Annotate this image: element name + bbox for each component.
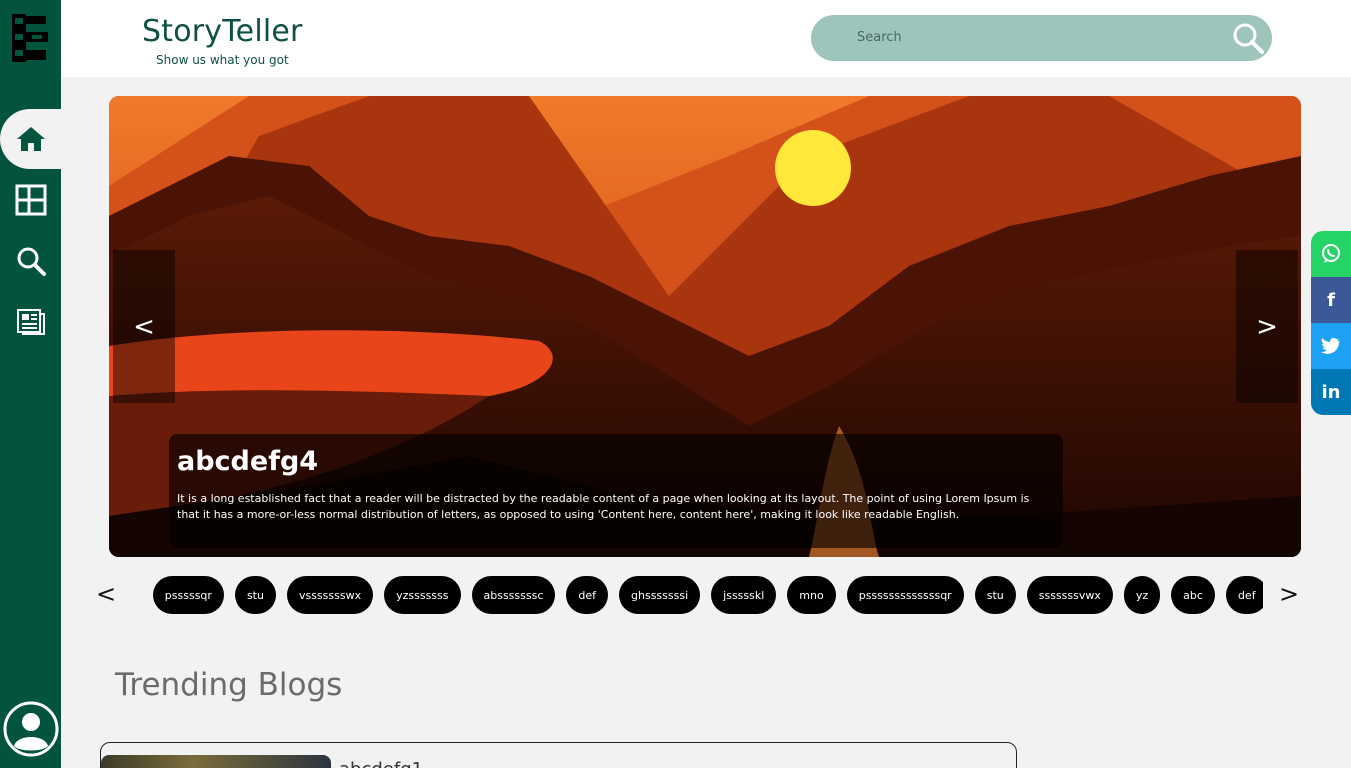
sidebar-item-search[interactable] xyxy=(0,231,61,291)
profile-avatar-icon[interactable] xyxy=(3,701,59,757)
brand-title[interactable]: StoryTeller xyxy=(142,14,303,49)
tag-pill[interactable]: stu xyxy=(234,576,276,614)
tag-pill[interactable]: stu xyxy=(974,576,1016,614)
tag-carousel: < abc psssssqr stu vssssssswx yzsssssss absss… xyxy=(90,576,1310,616)
tag-list: abc psssssqr stu vssssssswx yzsssssss absssss… xyxy=(143,576,1263,614)
tag-pill[interactable]: def xyxy=(566,576,609,614)
sidebar-item-news[interactable] xyxy=(0,292,61,352)
linkedin-share-button[interactable]: in xyxy=(1311,369,1351,415)
tags-next-button[interactable]: > xyxy=(1279,580,1299,608)
carousel-next-button[interactable]: > xyxy=(1236,250,1298,403)
sidebar xyxy=(0,0,61,768)
whatsapp-share-button[interactable] xyxy=(1311,231,1351,277)
search-icon[interactable] xyxy=(1231,21,1265,55)
whatsapp-icon xyxy=(1322,244,1340,263)
carousel-caption: abcdefg4 It is a long established fact t… xyxy=(169,434,1063,548)
blog-card[interactable]: abcdefg1 xyxy=(100,742,1017,768)
twitter-share-button[interactable] xyxy=(1311,323,1351,369)
carousel-prev-button[interactable]: < xyxy=(113,250,175,403)
trending-title: Trending Blogs xyxy=(115,667,343,703)
home-icon xyxy=(16,127,45,151)
tag-pill[interactable]: vssssssswx xyxy=(286,576,374,614)
header: StoryTeller Show us what you got Search xyxy=(61,0,1351,77)
tag-pill[interactable]: def xyxy=(1225,576,1263,614)
tag-pill[interactable]: psssssssssssssqr xyxy=(846,576,964,614)
search-icon xyxy=(17,247,46,276)
tag-pill[interactable]: psssssqr xyxy=(152,576,224,614)
tag-pill[interactable]: jssssskl xyxy=(711,576,777,614)
twitter-icon xyxy=(1321,338,1340,354)
hero-carousel: < > abcdefg4 It is a long established fa… xyxy=(109,96,1301,557)
tags-prev-button[interactable]: < xyxy=(96,580,116,608)
blog-thumbnail[interactable] xyxy=(101,755,331,768)
sidebar-item-dashboard[interactable] xyxy=(0,170,61,230)
facebook-icon: f xyxy=(1327,289,1335,311)
linkedin-icon: in xyxy=(1321,381,1341,403)
tag-pill[interactable]: sssssssvwx xyxy=(1026,576,1113,614)
brand-tagline: Show us what you got xyxy=(156,53,289,67)
tag-pill[interactable]: yzsssssss xyxy=(384,576,461,614)
search-placeholder: Search xyxy=(857,30,902,45)
tag-pill[interactable]: mno xyxy=(787,576,836,614)
blog-title[interactable]: abcdefg1 xyxy=(339,759,423,768)
search-input[interactable]: Search xyxy=(811,15,1272,61)
tag-pill[interactable]: abc xyxy=(1171,576,1215,614)
caption-title[interactable]: abcdefg4 xyxy=(177,446,1055,477)
tag-pill[interactable]: absssssssc xyxy=(471,576,556,614)
newspaper-icon xyxy=(16,309,45,335)
app-logo[interactable] xyxy=(10,12,50,64)
sidebar-item-home[interactable] xyxy=(0,109,61,169)
caption-text: It is a long established fact that a rea… xyxy=(177,492,1030,521)
facebook-share-button[interactable]: f xyxy=(1311,277,1351,323)
tag-pill[interactable]: yz xyxy=(1123,576,1161,614)
tag-track: abc psssssqr stu vssssssswx yzsssssss absssss… xyxy=(143,576,1263,614)
tag-pill[interactable]: ghsssssssi xyxy=(619,576,701,614)
grid-icon xyxy=(15,184,46,216)
